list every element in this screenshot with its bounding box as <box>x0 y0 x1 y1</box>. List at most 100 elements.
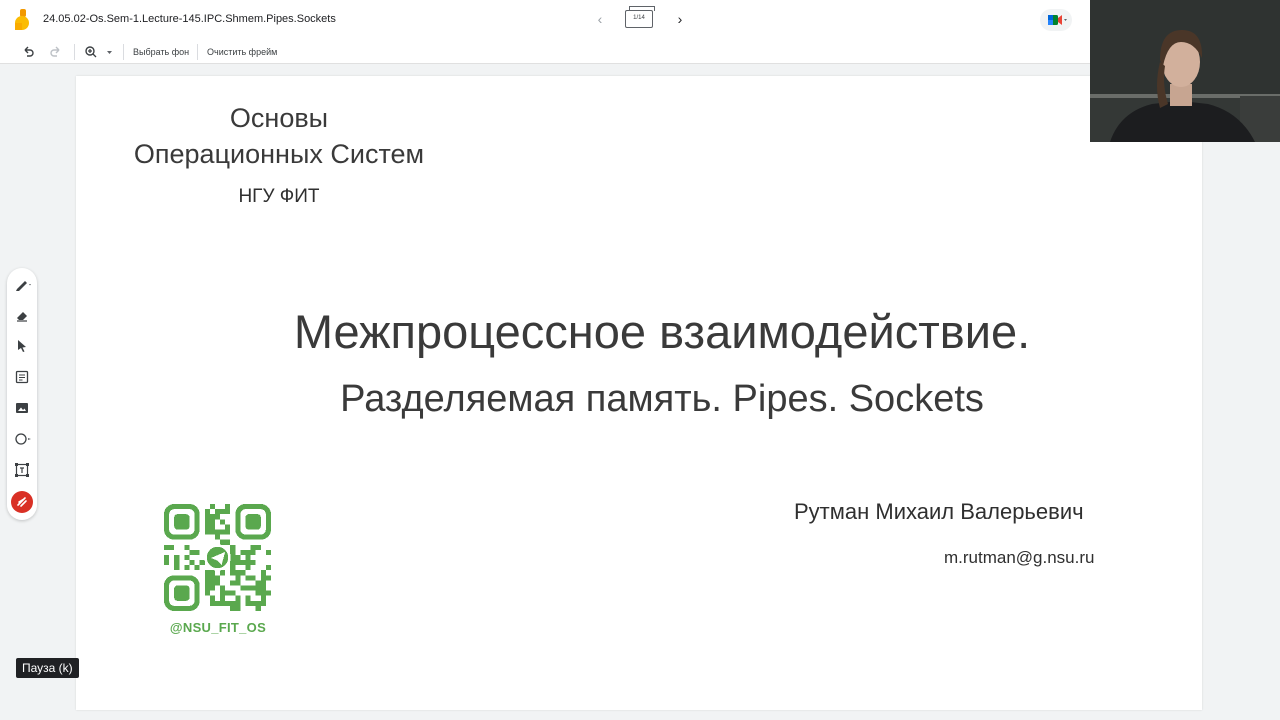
qr-module <box>230 549 236 555</box>
qr-module <box>204 519 210 525</box>
qr-module <box>184 565 190 571</box>
qr-module <box>184 554 190 561</box>
qr-module <box>235 570 241 576</box>
undo-icon[interactable] <box>21 43 35 61</box>
document-title: 24.05.02-Os.Sem-1.Lecture-145.IPC.Shmem.… <box>43 13 336 25</box>
redo-icon[interactable] <box>49 43 63 61</box>
qr-module <box>225 529 231 535</box>
text-box-icon[interactable] <box>12 460 32 480</box>
tool-palette <box>7 268 37 520</box>
qr-module <box>184 544 190 550</box>
qr-module <box>245 549 251 555</box>
pen-icon[interactable] <box>12 274 32 294</box>
qr-module <box>245 585 251 591</box>
qr-module <box>220 595 226 601</box>
qr-module <box>260 570 266 576</box>
qr-module <box>209 524 215 530</box>
qr-module <box>255 544 261 550</box>
qr-module <box>235 595 241 601</box>
toolbar-separator <box>123 44 124 60</box>
toolbar: Выбрать фон Очистить фрейм <box>0 40 1090 64</box>
qr-module <box>220 529 226 535</box>
qr-module <box>255 600 261 606</box>
qr-module <box>255 580 261 586</box>
author-name: Рутман Михаил Валерьевич <box>794 499 1084 524</box>
course-title-line2: Операционных Систем <box>133 139 425 169</box>
circle-icon[interactable] <box>12 429 32 449</box>
jamboard-logo-icon <box>15 9 29 30</box>
laser-icon[interactable] <box>10 490 34 514</box>
qr-module <box>265 565 271 571</box>
lecture-subtitle: Разделяемая память. Pipes. Sockets <box>340 378 984 420</box>
qr-module <box>209 580 215 586</box>
qr-module <box>164 560 170 566</box>
google-meet-icon <box>1048 15 1067 25</box>
qr-module <box>164 544 170 550</box>
qr-module <box>214 529 221 535</box>
qr-module <box>260 580 266 586</box>
qr-module <box>204 514 210 520</box>
pause-tooltip: Пауза (k) <box>16 658 79 678</box>
telegram-handle: @NSU_FIT_OS <box>169 620 267 635</box>
qr-module <box>220 519 226 525</box>
qr-module <box>255 585 261 591</box>
toolbar-separator <box>197 44 198 60</box>
select-icon[interactable] <box>12 336 32 356</box>
qr-module <box>260 585 266 591</box>
qr-module <box>220 539 226 545</box>
qr-module <box>204 529 210 535</box>
qr-module <box>225 504 231 510</box>
presenter-video-frame <box>1090 0 1280 142</box>
qr-module <box>169 544 175 550</box>
qr-module <box>189 560 195 566</box>
sticky-note-icon[interactable] <box>12 367 32 387</box>
lecture-title: Межпроцессное взаимодействие. <box>293 305 1031 358</box>
author-email: m.rutman@g.nsu.ru <box>944 548 1095 567</box>
clear-frame-button[interactable]: Очистить фрейм <box>207 43 277 61</box>
next-frame-button[interactable]: › <box>672 10 688 28</box>
qr-module <box>230 590 236 596</box>
qr-module <box>225 590 231 596</box>
qr-module <box>230 605 236 611</box>
qr-module <box>260 595 266 601</box>
presenter-video <box>1090 0 1280 142</box>
qr-module <box>209 514 215 520</box>
qr-module <box>220 585 226 591</box>
qr-module <box>245 600 251 606</box>
qr-module <box>255 590 261 596</box>
qr-module <box>250 560 256 566</box>
set-background-button[interactable]: Выбрать фон <box>133 43 189 61</box>
qr-module <box>214 514 221 520</box>
qr-module <box>245 560 251 566</box>
zoom-icon[interactable] <box>84 43 116 61</box>
qr-module <box>209 595 215 601</box>
eraser-icon[interactable] <box>12 305 32 325</box>
qr-module <box>174 565 180 571</box>
qr-module <box>265 575 271 581</box>
previous-frame-button[interactable]: ‹ <box>592 10 608 28</box>
qr-module <box>255 605 261 611</box>
qr-module <box>230 544 236 550</box>
qr-module <box>214 580 221 586</box>
qr-module <box>230 565 236 571</box>
image-icon[interactable] <box>12 398 32 418</box>
qr-module <box>220 600 226 606</box>
qr-module <box>209 585 215 591</box>
qr-module <box>240 549 246 555</box>
qr-module <box>235 580 241 586</box>
qr-module <box>209 570 215 576</box>
frame-counter[interactable]: 1/14 <box>625 6 655 28</box>
qr-module <box>220 590 226 596</box>
qr-module <box>214 600 221 606</box>
qr-module <box>164 554 170 561</box>
qr-module <box>204 590 210 596</box>
qr-module <box>260 600 266 606</box>
qr-module <box>235 575 241 581</box>
qr-module <box>250 544 256 550</box>
meet-button[interactable] <box>1040 9 1072 31</box>
qr-module <box>265 590 271 596</box>
qr-module <box>245 565 251 571</box>
top-bar: 24.05.02-Os.Sem-1.Lecture-145.IPC.Shmem.… <box>0 0 1090 40</box>
qr-module <box>209 504 215 510</box>
whiteboard-frame[interactable]: Основы Операционных Систем НГУ ФИТ Межпр… <box>76 76 1202 710</box>
